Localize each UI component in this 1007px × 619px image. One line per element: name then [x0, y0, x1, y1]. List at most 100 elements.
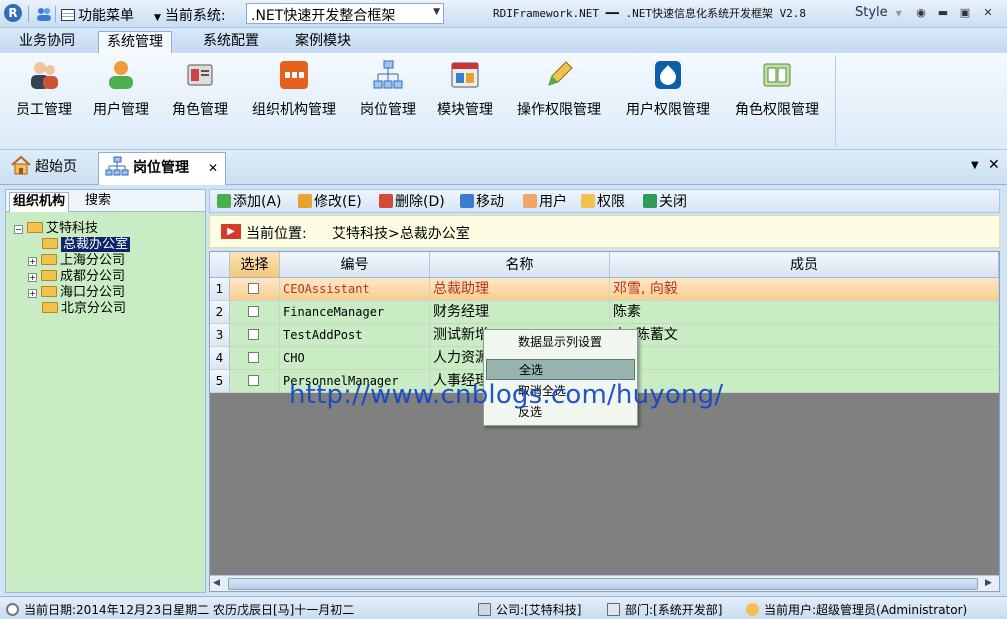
- operation-permission-button[interactable]: 操作权限管理: [513, 59, 605, 121]
- tab-org[interactable]: 组织机构: [9, 192, 70, 212]
- tree-node-beijing[interactable]: 北京分公司: [14, 301, 130, 317]
- status-company: 公司:[艾特科技]: [478, 601, 581, 618]
- cell-code: FinanceManager: [280, 301, 430, 324]
- permission-label: 权限: [597, 194, 625, 210]
- edit-button[interactable]: 修改(E): [298, 193, 362, 211]
- folder-icon: [41, 286, 57, 297]
- scrollbar-thumb[interactable]: [228, 578, 978, 590]
- tab-case-module[interactable]: 案例模块: [287, 31, 359, 53]
- move-button[interactable]: 移动: [460, 193, 504, 211]
- select-all-corner[interactable]: [210, 252, 230, 278]
- pencil-icon: [543, 59, 575, 91]
- status-date: 当前日期:2014年12月23日星期二 农历戊辰日[马]十一月初二: [6, 601, 354, 618]
- tree-node-chengdu[interactable]: + 成都分公司: [14, 269, 130, 285]
- module-management-button[interactable]: 模块管理: [434, 59, 496, 121]
- user-label: 当前用户:: [764, 603, 817, 617]
- cell-members: 陈素: [610, 301, 999, 324]
- dept-value: [系统开发部]: [653, 603, 723, 617]
- cell-code: CEOAssistant: [280, 278, 430, 301]
- clock-icon: [6, 603, 19, 616]
- column-select[interactable]: 选择: [230, 252, 280, 278]
- users-label: 用户: [539, 194, 567, 210]
- post-management-button[interactable]: 岗位管理: [357, 59, 419, 121]
- role-management-button[interactable]: 角色管理: [169, 59, 231, 121]
- department-icon: [607, 603, 620, 616]
- delete-button[interactable]: 删除(D): [379, 193, 445, 211]
- tree-node-root[interactable]: − 艾特科技: [14, 221, 130, 237]
- row-checkbox: [230, 370, 280, 393]
- menu-item-select-all[interactable]: 全选: [486, 359, 635, 380]
- users-icon[interactable]: [36, 7, 52, 21]
- tab-business[interactable]: 业务协同: [11, 31, 83, 53]
- role-permission-button[interactable]: 角色权限管理: [731, 59, 823, 121]
- user-permission-label: 用户权限管理: [626, 102, 710, 118]
- permission-button[interactable]: 权限: [581, 193, 625, 211]
- add-label: 添加(A): [233, 194, 282, 210]
- employee-management-button[interactable]: 员工管理: [13, 59, 75, 121]
- column-members[interactable]: 成员: [610, 252, 999, 278]
- tab-search[interactable]: 搜索: [82, 192, 114, 212]
- tree-node-haikou[interactable]: + 海口分公司: [14, 285, 130, 301]
- tree-node-label: 北京分公司: [61, 301, 127, 316]
- scroll-left-icon[interactable]: ◀: [213, 578, 220, 588]
- scroll-right-icon[interactable]: ▶: [985, 578, 992, 588]
- function-menu-button[interactable]: 功能菜单: [61, 5, 134, 25]
- tab-home[interactable]: 超始页: [4, 152, 83, 185]
- tab-post-management[interactable]: 岗位管理 ✕: [98, 152, 226, 185]
- folder-icon: [41, 270, 57, 281]
- date-label: 当前日期:: [24, 603, 77, 617]
- tree-node-president-office[interactable]: 总裁办公室: [14, 237, 131, 253]
- minimize-icon[interactable]: ▬: [935, 6, 951, 20]
- system-select[interactable]: .NET快速开发整合框架 ▼: [246, 3, 444, 24]
- org-tree-panel: 组织机构 搜索 − 艾特科技 总裁办公室 + 上海分公司 + 成都分公司 + 海口分公司…: [5, 189, 206, 593]
- help-icon[interactable]: ◉: [913, 6, 929, 20]
- checkbox[interactable]: [248, 306, 259, 317]
- separator: [28, 6, 29, 22]
- exit-icon: [643, 194, 657, 208]
- restore-icon[interactable]: ▣: [957, 6, 973, 20]
- tree-node-label: 总裁办公室: [61, 237, 131, 252]
- tab-post-management-label: 岗位管理: [133, 160, 189, 176]
- org-icon: [278, 59, 310, 91]
- move-label: 移动: [476, 194, 504, 210]
- role-management-label: 角色管理: [172, 102, 228, 118]
- cell-name: 总裁助理: [430, 278, 610, 301]
- column-name[interactable]: 名称: [430, 252, 610, 278]
- table-row[interactable]: 2 FinanceManager 财务经理 陈素: [210, 301, 999, 324]
- folder-icon: [41, 254, 57, 265]
- style-button[interactable]: Style ▼: [855, 5, 902, 20]
- close-button[interactable]: 关闭: [643, 193, 687, 211]
- separator: [55, 6, 56, 22]
- close-icon[interactable]: ✕: [980, 6, 996, 20]
- collapse-icon[interactable]: −: [14, 225, 23, 234]
- tree-node-shanghai[interactable]: + 上海分公司: [14, 253, 130, 269]
- users-button[interactable]: 用户: [523, 193, 567, 211]
- expand-icon[interactable]: +: [28, 273, 37, 282]
- close-all-icon[interactable]: ✕: [988, 157, 1000, 173]
- checkbox[interactable]: [248, 352, 259, 363]
- expand-icon[interactable]: +: [28, 289, 37, 298]
- user-management-button[interactable]: 用户管理: [90, 59, 152, 121]
- user-management-label: 用户管理: [93, 102, 149, 118]
- checkbox[interactable]: [248, 329, 259, 340]
- tab-system-management[interactable]: 系统管理: [98, 31, 172, 53]
- checkbox[interactable]: [248, 283, 259, 294]
- breadcrumb-path: 艾特科技>总裁办公室: [332, 226, 470, 242]
- user-permission-button[interactable]: 用户权限管理: [622, 59, 714, 121]
- tab-system-config[interactable]: 系统配置: [195, 31, 267, 53]
- close-icon[interactable]: ✕: [208, 153, 218, 183]
- tree-node-label: 上海分公司: [60, 253, 126, 268]
- horizontal-scrollbar[interactable]: ◀ ▶: [210, 575, 999, 591]
- expand-icon[interactable]: +: [28, 257, 37, 266]
- breadcrumb: ▶ 当前位置: 艾特科技>总裁办公室: [209, 215, 1000, 248]
- tab-list-chevron-icon[interactable]: ▼: [971, 160, 979, 171]
- add-button[interactable]: 添加(A): [217, 193, 282, 211]
- company-label: 公司:: [496, 603, 525, 617]
- table-row[interactable]: 1 CEOAssistant 总裁助理 邓雪, 向毅: [210, 278, 999, 301]
- checkbox[interactable]: [248, 375, 259, 386]
- menu-item-column-settings[interactable]: 数据显示列设置: [486, 332, 635, 353]
- close-label: 关闭: [659, 194, 687, 210]
- column-code[interactable]: 编号: [280, 252, 430, 278]
- org-management-button[interactable]: 组织机构管理: [248, 59, 340, 121]
- lightning-icon: [581, 194, 595, 208]
